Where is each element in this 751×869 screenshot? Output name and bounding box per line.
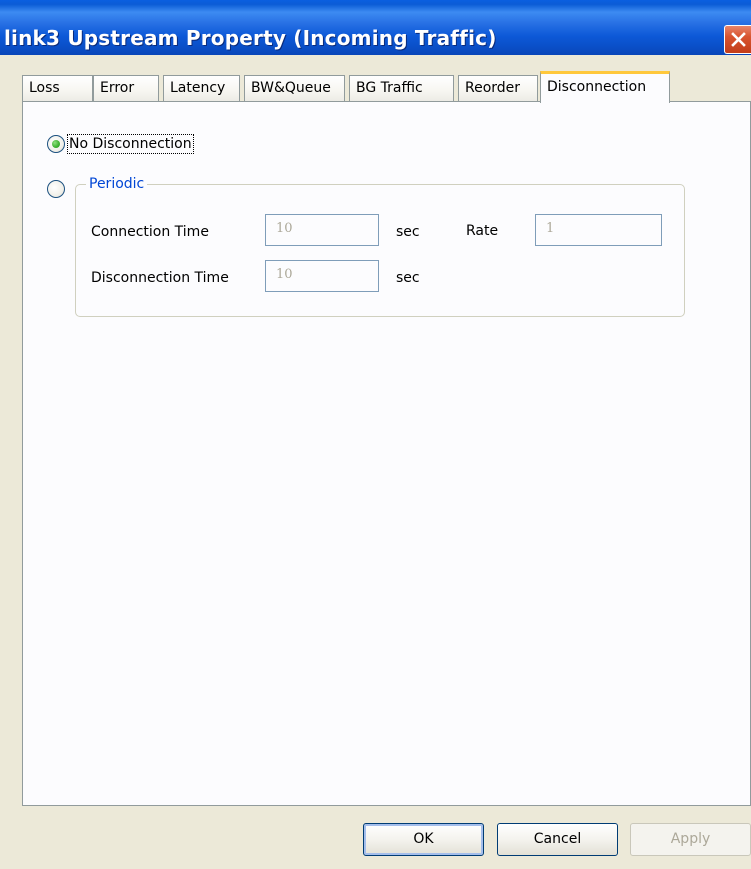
title-bar[interactable]: link3 Upstream Property (Incoming Traffi… [0,0,751,55]
apply-button[interactable]: Apply [630,823,751,856]
no-disconnection-label[interactable]: No Disconnection [67,134,194,154]
tab-loss[interactable]: Loss [22,75,93,101]
periodic-legend[interactable]: Periodic [86,175,148,193]
window-title: link3 Upstream Property (Incoming Traffi… [4,26,497,50]
disconnection-time-label: Disconnection Time [91,270,229,286]
disconnection-time-input[interactable]: 10 [265,260,379,292]
tab-reorder[interactable]: Reorder [458,75,538,101]
connection-time-input[interactable]: 10 [265,214,379,246]
tab-latency[interactable]: Latency [163,75,240,101]
tab-bw-queue[interactable]: BW&Queue [244,75,345,101]
connection-time-unit: sec [396,224,420,240]
tab-page-disconnection: No Disconnection Periodic Connection Tim… [22,101,751,806]
close-icon [731,32,746,47]
cancel-button[interactable]: Cancel [497,823,618,856]
disconnection-time-unit: sec [396,270,420,286]
close-button[interactable] [724,25,751,54]
connection-time-label: Connection Time [91,224,209,240]
rate-input[interactable]: 1 [535,214,662,246]
tab-bg-traffic[interactable]: BG Traffic [349,75,454,101]
tab-disconnection[interactable]: Disconnection [540,71,670,103]
radio-selected-dot [52,140,60,148]
no-disconnection-radio[interactable] [47,135,65,153]
periodic-groupbox [75,184,685,317]
ok-button[interactable]: OK [363,823,484,856]
periodic-radio[interactable] [47,180,65,198]
rate-label: Rate [466,223,499,239]
tab-error[interactable]: Error [93,75,159,101]
